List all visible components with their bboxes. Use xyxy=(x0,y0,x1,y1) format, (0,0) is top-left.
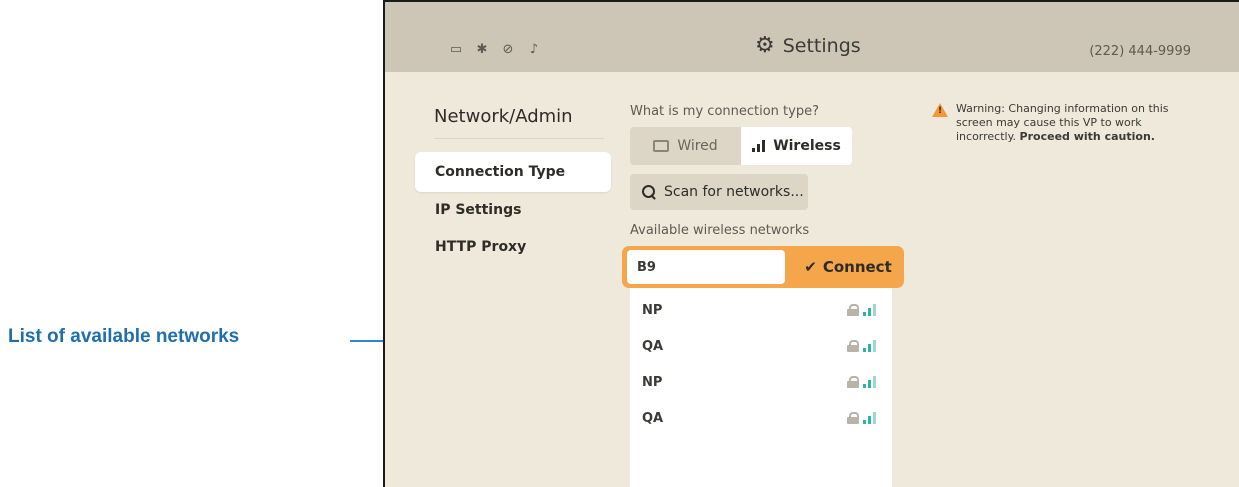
scan-networks-button[interactable]: Scan for networks... xyxy=(630,174,808,210)
selected-network-name: B9 xyxy=(627,250,785,284)
ethernet-icon xyxy=(653,140,670,152)
callout-label: List of available networks xyxy=(8,326,240,347)
scan-label: Scan for networks... xyxy=(664,184,804,200)
sidebar-item-connection-type[interactable]: Connection Type xyxy=(415,152,611,192)
device-screen: ▭ ✱ ⊘ ♪ ⚙ Settings (222) 444-9999 Networ… xyxy=(383,0,1239,487)
network-item[interactable]: NP xyxy=(630,364,892,400)
warning-icon xyxy=(932,103,948,118)
warning-emphasis: Proceed with caution. xyxy=(1019,130,1155,143)
phone-number: (222) 444-9999 xyxy=(1089,44,1191,59)
mic-off-icon: ♪ xyxy=(529,42,539,57)
lock-icon xyxy=(847,304,859,316)
connection-type-question: What is my connection type? xyxy=(630,104,819,119)
lock-icon xyxy=(847,412,859,424)
camera-off-icon: ⊘ xyxy=(502,42,514,57)
network-item[interactable]: QA xyxy=(630,328,892,364)
ethernet-icon: ▭ xyxy=(449,42,463,57)
top-bar: ▭ ✱ ⊘ ♪ ⚙ Settings (222) 444-9999 xyxy=(385,2,1239,72)
wireless-option[interactable]: Wireless xyxy=(741,127,852,165)
search-icon xyxy=(642,185,656,199)
network-item[interactable]: NP xyxy=(630,292,892,328)
wireless-label: Wireless xyxy=(773,138,841,154)
connect-button[interactable]: ✔ Connect xyxy=(794,250,902,284)
sidebar-item-ip-settings[interactable]: IP Settings xyxy=(415,190,611,230)
status-icons: ▭ ✱ ⊘ ♪ xyxy=(448,42,542,58)
network-name: QA xyxy=(642,338,664,354)
bluetooth-icon: ✱ xyxy=(476,42,488,57)
signal-strength-icon xyxy=(863,376,876,388)
sidebar-divider xyxy=(434,138,604,139)
available-networks-label: Available wireless networks xyxy=(630,223,810,238)
settings-title: ⚙ Settings xyxy=(755,34,861,58)
network-item[interactable]: QA xyxy=(630,400,892,436)
network-name: QA xyxy=(642,410,664,426)
connect-label: Connect xyxy=(822,258,892,276)
wired-option[interactable]: Wired xyxy=(630,127,741,165)
screenshot-page: List of available networks ▭ ✱ ⊘ ♪ ⚙ Set… xyxy=(0,0,1239,487)
selected-network[interactable]: B9 ✔ Connect xyxy=(622,246,904,288)
signal-strength-icon xyxy=(863,304,876,316)
sidebar-heading: Network/Admin xyxy=(434,106,573,127)
lock-icon xyxy=(847,340,859,352)
network-name: NP xyxy=(642,302,663,318)
lock-icon xyxy=(847,376,859,388)
checkmark-icon: ✔ xyxy=(804,258,817,276)
sidebar-item-http-proxy[interactable]: HTTP Proxy xyxy=(415,227,611,267)
wired-label: Wired xyxy=(677,138,718,154)
wifi-signal-icon xyxy=(752,140,766,152)
gear-icon: ⚙ xyxy=(755,33,775,58)
warning-message: Warning: Changing information on this sc… xyxy=(932,102,1197,144)
network-name: NP xyxy=(642,374,663,390)
signal-strength-icon xyxy=(863,340,876,352)
page-title: Settings xyxy=(782,35,861,57)
connection-type-toggle: Wired Wireless xyxy=(630,127,852,165)
signal-strength-icon xyxy=(863,412,876,424)
